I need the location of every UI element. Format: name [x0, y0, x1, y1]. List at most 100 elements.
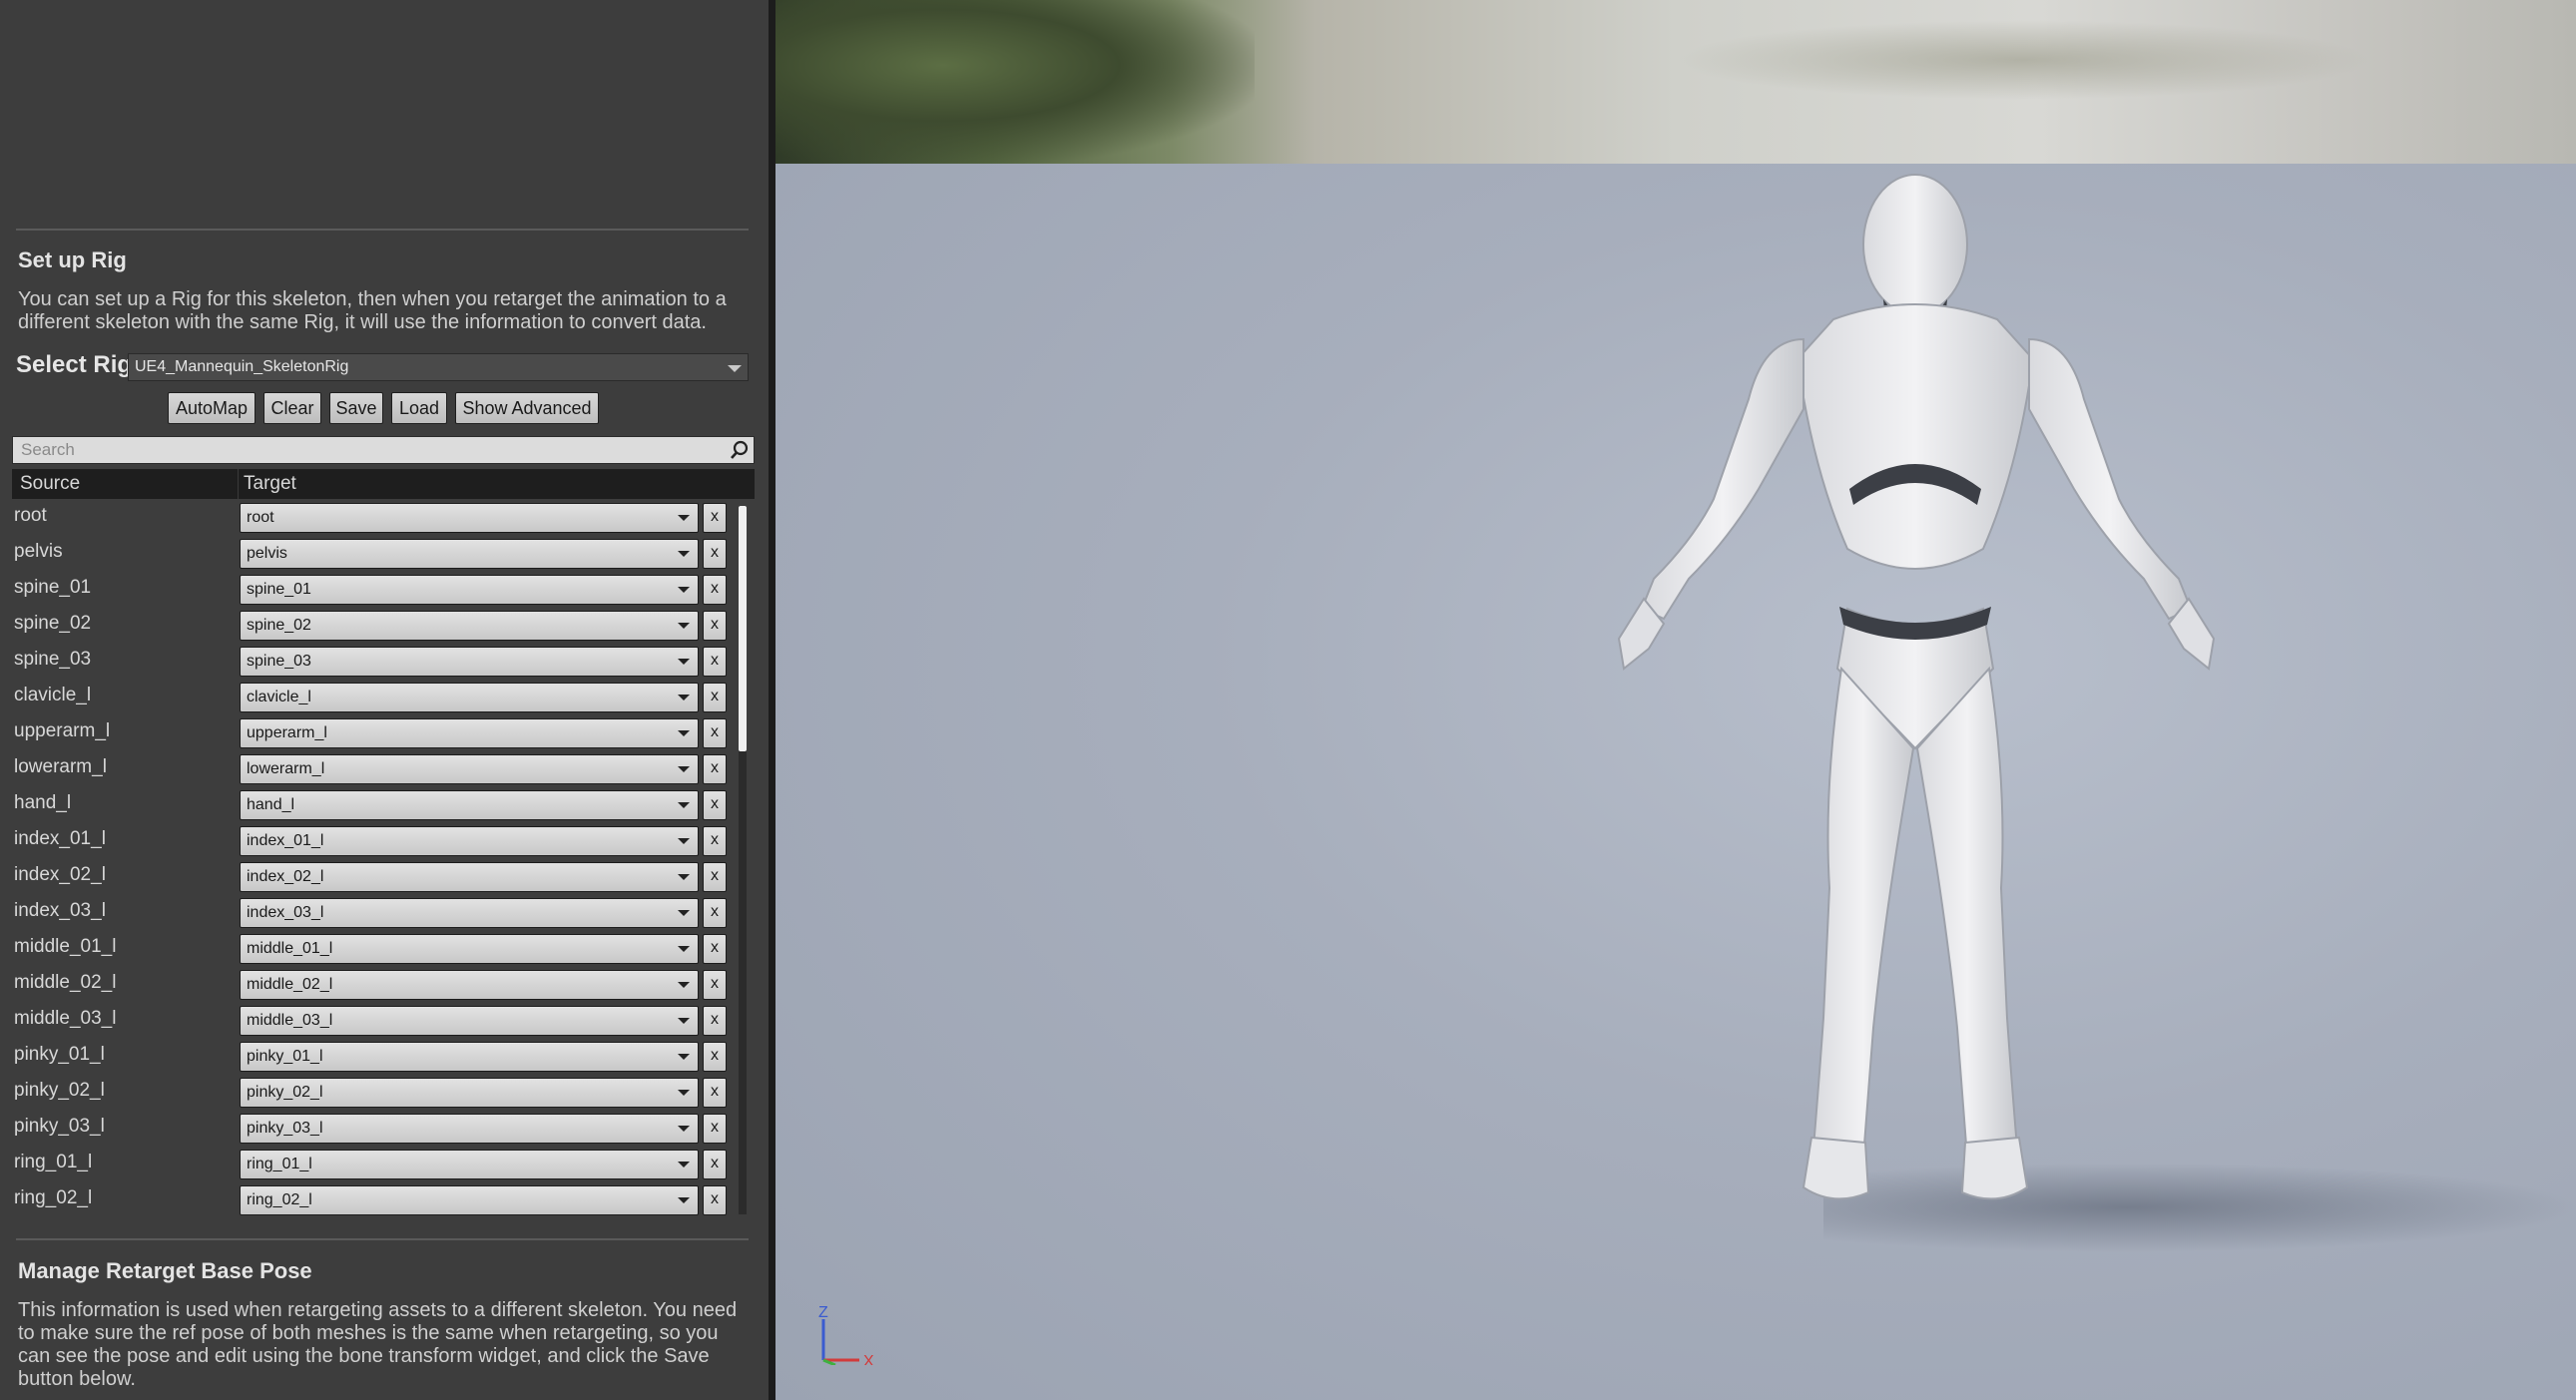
clear-mapping-button[interactable]: x [703, 718, 727, 748]
target-bone-value: index_02_l [247, 868, 324, 885]
target-bone-dropdown[interactable]: lowerarm_l [240, 754, 699, 784]
chevron-down-icon [678, 802, 690, 808]
target-bone-dropdown[interactable]: middle_03_l [240, 1006, 699, 1036]
target-bone-dropdown[interactable]: spine_02 [240, 611, 699, 641]
target-bone-dropdown[interactable]: middle_01_l [240, 934, 699, 964]
target-bone-value: middle_01_l [247, 940, 333, 957]
target-bone-dropdown[interactable]: index_01_l [240, 826, 699, 856]
source-bone-label: spine_01 [14, 577, 92, 598]
clear-mapping-button[interactable]: x [703, 539, 727, 569]
source-bone-label: index_02_l [14, 864, 106, 885]
target-bone-value: spine_02 [247, 617, 311, 634]
chevron-down-icon [678, 1018, 690, 1024]
target-bone-dropdown[interactable]: ring_01_l [240, 1150, 699, 1179]
clear-mapping-button[interactable]: x [703, 754, 727, 784]
table-row: middle_03_l middle_03_l x [0, 1004, 739, 1040]
clear-mapping-button[interactable]: x [703, 575, 727, 605]
target-bone-value: spine_01 [247, 581, 311, 598]
panel-splitter[interactable] [769, 0, 775, 1400]
chevron-down-icon [678, 838, 690, 844]
source-bone-label: hand_l [14, 792, 72, 813]
source-bone-label: pelvis [14, 541, 63, 562]
select-rig-label: Select Rig [16, 351, 133, 378]
chevron-down-icon [678, 623, 690, 629]
clear-mapping-button[interactable]: x [703, 790, 727, 820]
target-bone-value: pinky_03_l [247, 1120, 323, 1137]
source-bone-label: pinky_02_l [14, 1080, 105, 1101]
chevron-down-icon [728, 365, 742, 372]
chevron-down-icon [678, 874, 690, 880]
chevron-down-icon [678, 730, 690, 736]
chevron-down-icon [678, 659, 690, 665]
table-row: ring_01_l ring_01_l x [0, 1148, 739, 1183]
target-bone-value: index_03_l [247, 904, 324, 921]
source-bone-label: middle_02_l [14, 972, 117, 993]
table-row: spine_01 spine_01 x [0, 573, 739, 609]
clear-mapping-button[interactable]: x [703, 1042, 727, 1072]
axis-gizmo: Z X [818, 1305, 874, 1365]
clear-mapping-button[interactable]: x [703, 1114, 727, 1144]
load-button[interactable]: Load [391, 392, 447, 424]
scrollbar-thumb[interactable] [739, 506, 747, 751]
target-bone-dropdown[interactable]: root [240, 503, 699, 533]
target-bone-dropdown[interactable]: index_02_l [240, 862, 699, 892]
clear-mapping-button[interactable]: x [703, 503, 727, 533]
table-row: lowerarm_l lowerarm_l x [0, 752, 739, 788]
table-row: middle_01_l middle_01_l x [0, 932, 739, 968]
clear-mapping-button[interactable]: x [703, 826, 727, 856]
clear-mapping-button[interactable]: x [703, 1078, 727, 1108]
clear-mapping-button[interactable]: x [703, 1185, 727, 1215]
clear-mapping-button[interactable]: x [703, 683, 727, 712]
clear-mapping-button[interactable]: x [703, 970, 727, 1000]
show-advanced-button[interactable]: Show Advanced [455, 392, 599, 424]
target-bone-dropdown[interactable]: upperarm_l [240, 718, 699, 748]
target-bone-value: ring_01_l [247, 1156, 312, 1172]
chevron-down-icon [678, 551, 690, 557]
target-bone-dropdown[interactable]: middle_02_l [240, 970, 699, 1000]
table-row: middle_02_l middle_02_l x [0, 968, 739, 1004]
search-icon[interactable] [730, 440, 750, 460]
rig-select-value: UE4_Mannequin_SkeletonRig [135, 358, 349, 375]
target-bone-dropdown[interactable]: clavicle_l [240, 683, 699, 712]
clear-mapping-button[interactable]: x [703, 1006, 727, 1036]
clear-mapping-button[interactable]: x [703, 647, 727, 677]
clear-mapping-button[interactable]: x [703, 934, 727, 964]
target-bone-dropdown[interactable]: ring_02_l [240, 1185, 699, 1215]
clear-mapping-button[interactable]: x [703, 862, 727, 892]
chevron-down-icon [678, 587, 690, 593]
table-row: root root x [0, 501, 739, 537]
target-bone-dropdown[interactable]: pinky_03_l [240, 1114, 699, 1144]
clear-button[interactable]: Clear [263, 392, 321, 424]
target-bone-value: pinky_01_l [247, 1048, 323, 1065]
clear-mapping-button[interactable]: x [703, 898, 727, 928]
table-row: pinky_01_l pinky_01_l x [0, 1040, 739, 1076]
chevron-down-icon [678, 695, 690, 700]
mannequin-character[interactable] [1474, 170, 2332, 1227]
rig-toolbar: AutoMap Clear Save Load Show Advanced [0, 392, 769, 426]
target-bone-dropdown[interactable]: pelvis [240, 539, 699, 569]
target-bone-dropdown[interactable]: spine_01 [240, 575, 699, 605]
clear-mapping-button[interactable]: x [703, 611, 727, 641]
target-bone-dropdown[interactable]: index_03_l [240, 898, 699, 928]
target-bone-value: lowerarm_l [247, 760, 325, 777]
save-button[interactable]: Save [329, 392, 383, 424]
3d-viewport[interactable]: Z X [775, 0, 2576, 1400]
chevron-down-icon [678, 1126, 690, 1132]
rig-select-dropdown[interactable]: UE4_Mannequin_SkeletonRig [128, 353, 749, 381]
target-bone-value: pelvis [247, 545, 287, 562]
source-column-header: Source [20, 473, 81, 494]
target-bone-dropdown[interactable]: pinky_01_l [240, 1042, 699, 1072]
source-bone-label: index_01_l [14, 828, 106, 849]
bone-mapping-list: root root x pelvis pelvis x spine_01 spine_01 x s… [0, 501, 769, 1219]
clear-mapping-button[interactable]: x [703, 1150, 727, 1179]
target-bone-dropdown[interactable]: pinky_02_l [240, 1078, 699, 1108]
source-bone-label: middle_01_l [14, 936, 117, 957]
search-input[interactable]: Search [12, 436, 755, 464]
source-bone-label: clavicle_l [14, 685, 92, 705]
automap-button[interactable]: AutoMap [168, 392, 256, 424]
table-row: index_01_l index_01_l x [0, 824, 739, 860]
source-bone-label: index_03_l [14, 900, 106, 921]
target-bone-dropdown[interactable]: hand_l [240, 790, 699, 820]
target-bone-dropdown[interactable]: spine_03 [240, 647, 699, 677]
axis-x-label: X [863, 1353, 874, 1365]
